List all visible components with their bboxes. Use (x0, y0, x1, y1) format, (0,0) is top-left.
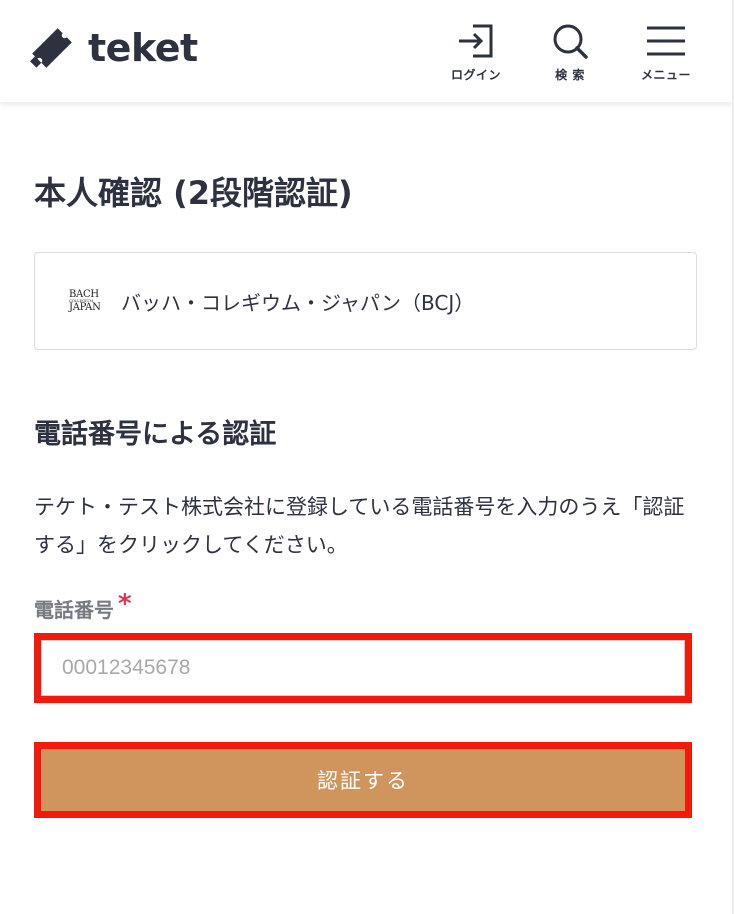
login-icon (459, 24, 493, 58)
login-nav-button[interactable]: ログイン (442, 22, 510, 83)
ticket-logo-icon (30, 28, 72, 68)
menu-nav-button[interactable]: メニュー (632, 22, 700, 83)
logo-bottom-text: JAPAN (69, 302, 101, 313)
instructions-text: テケト・テスト株式会社に登録している電話番号を入力のうえ「認証する」をクリックし… (34, 495, 685, 557)
logo-text: teket (88, 26, 198, 70)
teket-logo[interactable]: teket (26, 22, 198, 74)
section-title: 電話番号による認証 (34, 419, 277, 450)
phone-field-label: 電話番号 * (34, 589, 132, 623)
organization-card: BACH COLLEGIUM JAPAN バッハ・コレギウム・ジャパン（BCJ） (34, 252, 697, 350)
search-nav-button[interactable]: 検 索 (536, 22, 604, 83)
search-icon (553, 24, 588, 59)
bach-collegium-japan-logo: BACH COLLEGIUM JAPAN (69, 286, 105, 316)
login-label: ログイン (450, 68, 501, 82)
phone-number-input[interactable] (41, 640, 685, 696)
phone-label-text: 電話番号 (34, 598, 114, 622)
submit-button-highlight: 認証する (34, 742, 692, 818)
organization-name: バッハ・コレギウム・ジャパン（BCJ） (121, 290, 475, 315)
page-title: 本人確認 (2段階認証) (34, 174, 353, 212)
required-asterisk: * (118, 589, 132, 619)
search-label: 検 索 (555, 68, 585, 82)
verify-submit-button[interactable]: 認証する (41, 749, 685, 811)
hamburger-menu-icon (647, 26, 685, 56)
phone-input-highlight (34, 633, 692, 703)
site-header: teket ログイン 検 索 メニュー (0, 0, 734, 102)
menu-label: メニュー (640, 68, 691, 82)
